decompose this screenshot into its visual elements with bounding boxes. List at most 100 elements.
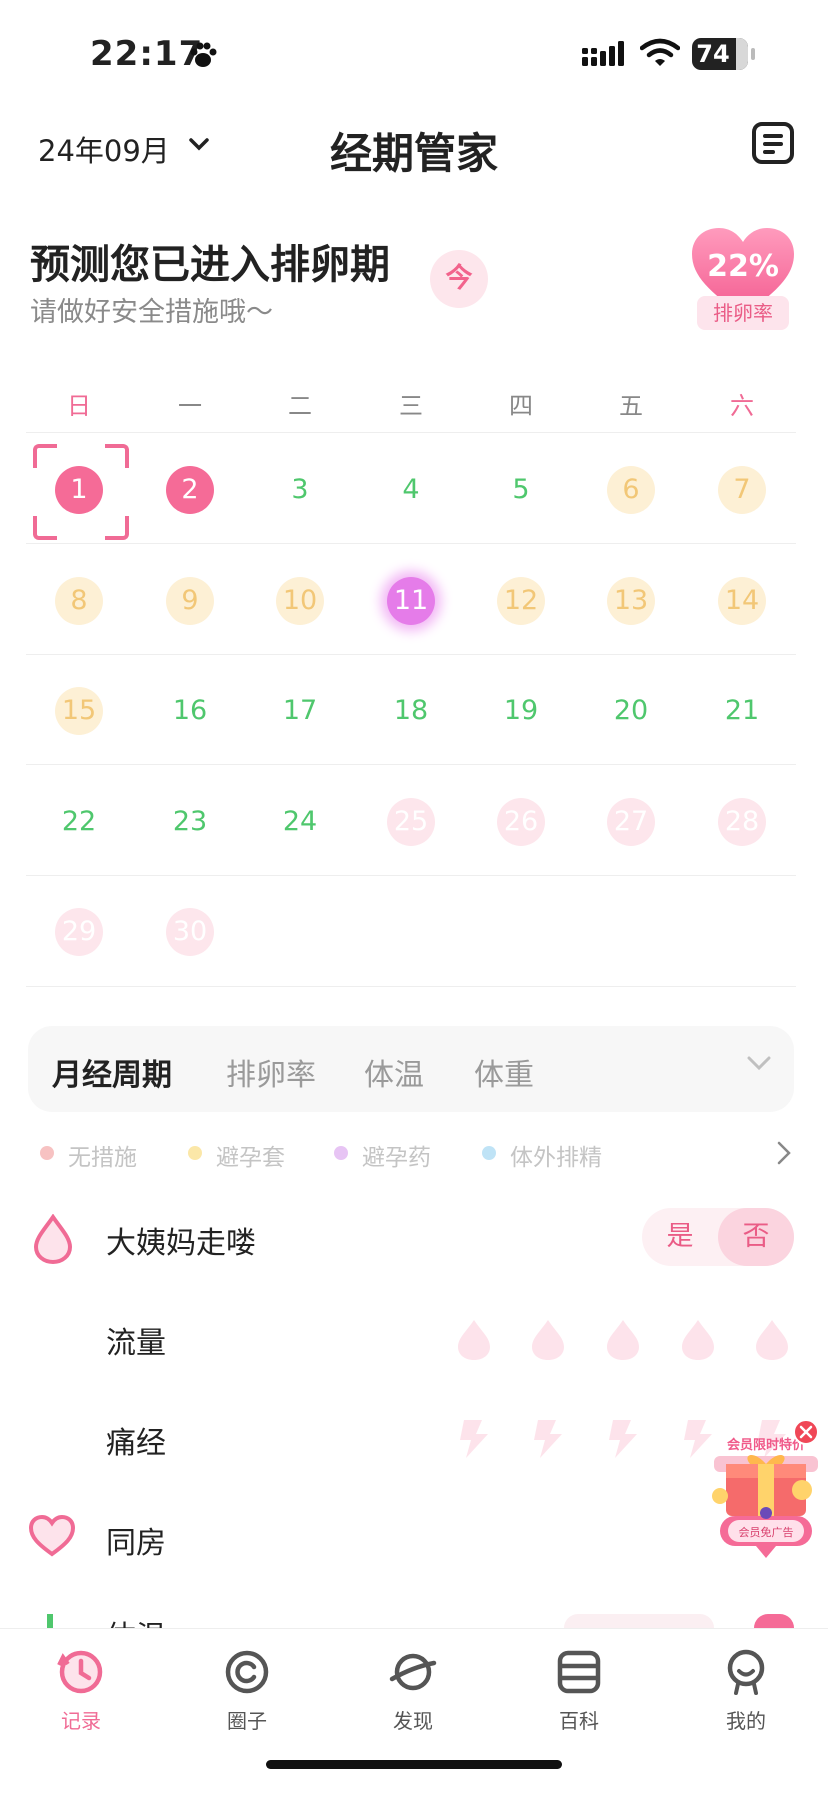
calendar-day[interactable]: 13 (607, 577, 655, 625)
paw-icon (190, 42, 217, 67)
temperature-input[interactable] (564, 1614, 714, 1628)
pill-dot (334, 1146, 348, 1160)
nav-circle[interactable]: 圈子 (197, 1647, 297, 1734)
cramp-bolt-icon[interactable] (605, 1416, 641, 1460)
calendar-day[interactable]: 2 (166, 466, 214, 514)
circle-icon (225, 1650, 269, 1694)
ovulation-rate: 22% (707, 249, 779, 284)
no-option[interactable]: 否 (718, 1208, 794, 1266)
cramp-bolt-icon[interactable] (456, 1416, 492, 1460)
ad-widget[interactable]: 会员限时特价 会员免广告 (706, 1418, 824, 1568)
nav-record[interactable]: 记录 (31, 1647, 131, 1734)
chevron-right-icon[interactable] (776, 1140, 792, 1166)
selection-corner (105, 444, 129, 468)
weekday-wed: 三 (399, 392, 423, 420)
today-button[interactable]: 今 (430, 250, 488, 308)
calendar-day[interactable]: 10 (276, 577, 324, 625)
flow-drop-icon[interactable] (456, 1318, 492, 1362)
divider (26, 986, 796, 987)
book-icon (557, 1650, 601, 1694)
condom-dot (188, 1146, 202, 1160)
bottom-nav: 记录 圈子 发现 百科 我的 (0, 1628, 828, 1796)
selection-corner (33, 516, 57, 540)
calendar-day[interactable]: 18 (387, 687, 435, 735)
calendar-day[interactable]: 3 (276, 466, 324, 514)
tab-temperature[interactable]: 体温 (364, 1050, 424, 1094)
drop-icon (33, 1214, 73, 1264)
weekday-mon: 一 (178, 392, 202, 420)
flow-drop-icon[interactable] (605, 1318, 641, 1362)
period-end-toggle[interactable]: 是 否 (642, 1208, 794, 1266)
divider (26, 543, 796, 544)
battery-icon: 74 (692, 38, 755, 70)
tab-cycle[interactable]: 月经周期 (52, 1050, 172, 1094)
cellular-signal-icon (582, 41, 624, 66)
temperature-label: 体温 (106, 1612, 166, 1628)
temperature-add-button[interactable] (754, 1614, 794, 1628)
planet-icon (389, 1653, 437, 1691)
chevron-down-icon[interactable] (746, 1054, 772, 1072)
calendar-day[interactable]: 21 (718, 687, 766, 735)
calendar-day[interactable]: 14 (718, 577, 766, 625)
calendar-day[interactable]: 17 (276, 687, 324, 735)
calendar-day[interactable]: 8 (55, 577, 103, 625)
calendar-day[interactable]: 23 (166, 798, 214, 846)
flow-drop-icon[interactable] (754, 1318, 790, 1362)
prediction-subtitle: 请做好安全措施哦～ (30, 297, 273, 328)
legend-no-measure: 无措施 (68, 1145, 137, 1171)
yes-option[interactable]: 是 (642, 1208, 718, 1266)
calendar-day[interactable]: 28 (718, 798, 766, 846)
calendar-day[interactable]: 25 (387, 798, 435, 846)
calendar-day[interactable]: 26 (497, 798, 545, 846)
calendar-day[interactable]: 19 (497, 687, 545, 735)
calendar-day[interactable]: 16 (166, 687, 214, 735)
nav-encyclopedia-label: 百科 (559, 1709, 599, 1733)
status-time: 22:17 (90, 34, 204, 74)
nav-mine-label: 我的 (726, 1709, 766, 1733)
divider (26, 764, 796, 765)
tab-ovulation-rate[interactable]: 排卵率 (226, 1050, 316, 1094)
cramp-bolt-icon[interactable] (530, 1416, 566, 1460)
calendar-day[interactable]: 4 (387, 466, 435, 514)
no-measure-dot (40, 1146, 54, 1160)
battery-level: 74 (696, 40, 730, 68)
calendar-day[interactable]: 1 (55, 466, 103, 514)
calendar-day[interactable]: 27 (607, 798, 655, 846)
selection-corner (105, 516, 129, 540)
close-icon[interactable] (792, 1418, 820, 1446)
calendar-day[interactable]: 5 (497, 466, 545, 514)
calendar-day[interactable]: 12 (497, 577, 545, 625)
nav-mine[interactable]: 我的 (696, 1647, 796, 1734)
divider (26, 875, 796, 876)
ovulation-rate-label: 排卵率 (697, 296, 789, 330)
withdrawal-dot (482, 1146, 496, 1160)
divider (26, 432, 796, 433)
ad-button[interactable]: 会员免广告 (728, 1524, 804, 1540)
nav-discover[interactable]: 发现 (363, 1647, 463, 1734)
nav-encyclopedia[interactable]: 百科 (529, 1647, 629, 1734)
calendar-day[interactable]: 30 (166, 908, 214, 956)
tab-weight[interactable]: 体重 (474, 1050, 534, 1094)
home-indicator (266, 1760, 562, 1769)
page-title: 经期管家 (329, 129, 498, 178)
calendar-day[interactable]: 24 (276, 798, 324, 846)
calendar-day[interactable]: 29 (55, 908, 103, 956)
thermometer-icon (47, 1614, 53, 1628)
clock-icon (57, 1650, 103, 1694)
nav-record-label: 记录 (61, 1709, 101, 1733)
calendar-day[interactable]: 22 (55, 798, 103, 846)
flow-drop-icon[interactable] (530, 1318, 566, 1362)
calendar-day[interactable]: 11 (387, 577, 435, 625)
calendar-day[interactable]: 6 (607, 466, 655, 514)
flow-drop-icon[interactable] (680, 1318, 716, 1362)
wifi-icon (640, 38, 680, 66)
notes-icon[interactable] (752, 122, 794, 164)
nav-discover-label: 发现 (393, 1709, 433, 1733)
weekday-sun: 日 (67, 392, 91, 420)
calendar-day[interactable]: 15 (55, 687, 103, 735)
calendar-day[interactable]: 20 (607, 687, 655, 735)
calendar-day[interactable]: 9 (166, 577, 214, 625)
flow-label: 流量 (106, 1326, 166, 1361)
period-end-label: 大姨妈走喽 (106, 1226, 256, 1261)
calendar-day[interactable]: 7 (718, 466, 766, 514)
